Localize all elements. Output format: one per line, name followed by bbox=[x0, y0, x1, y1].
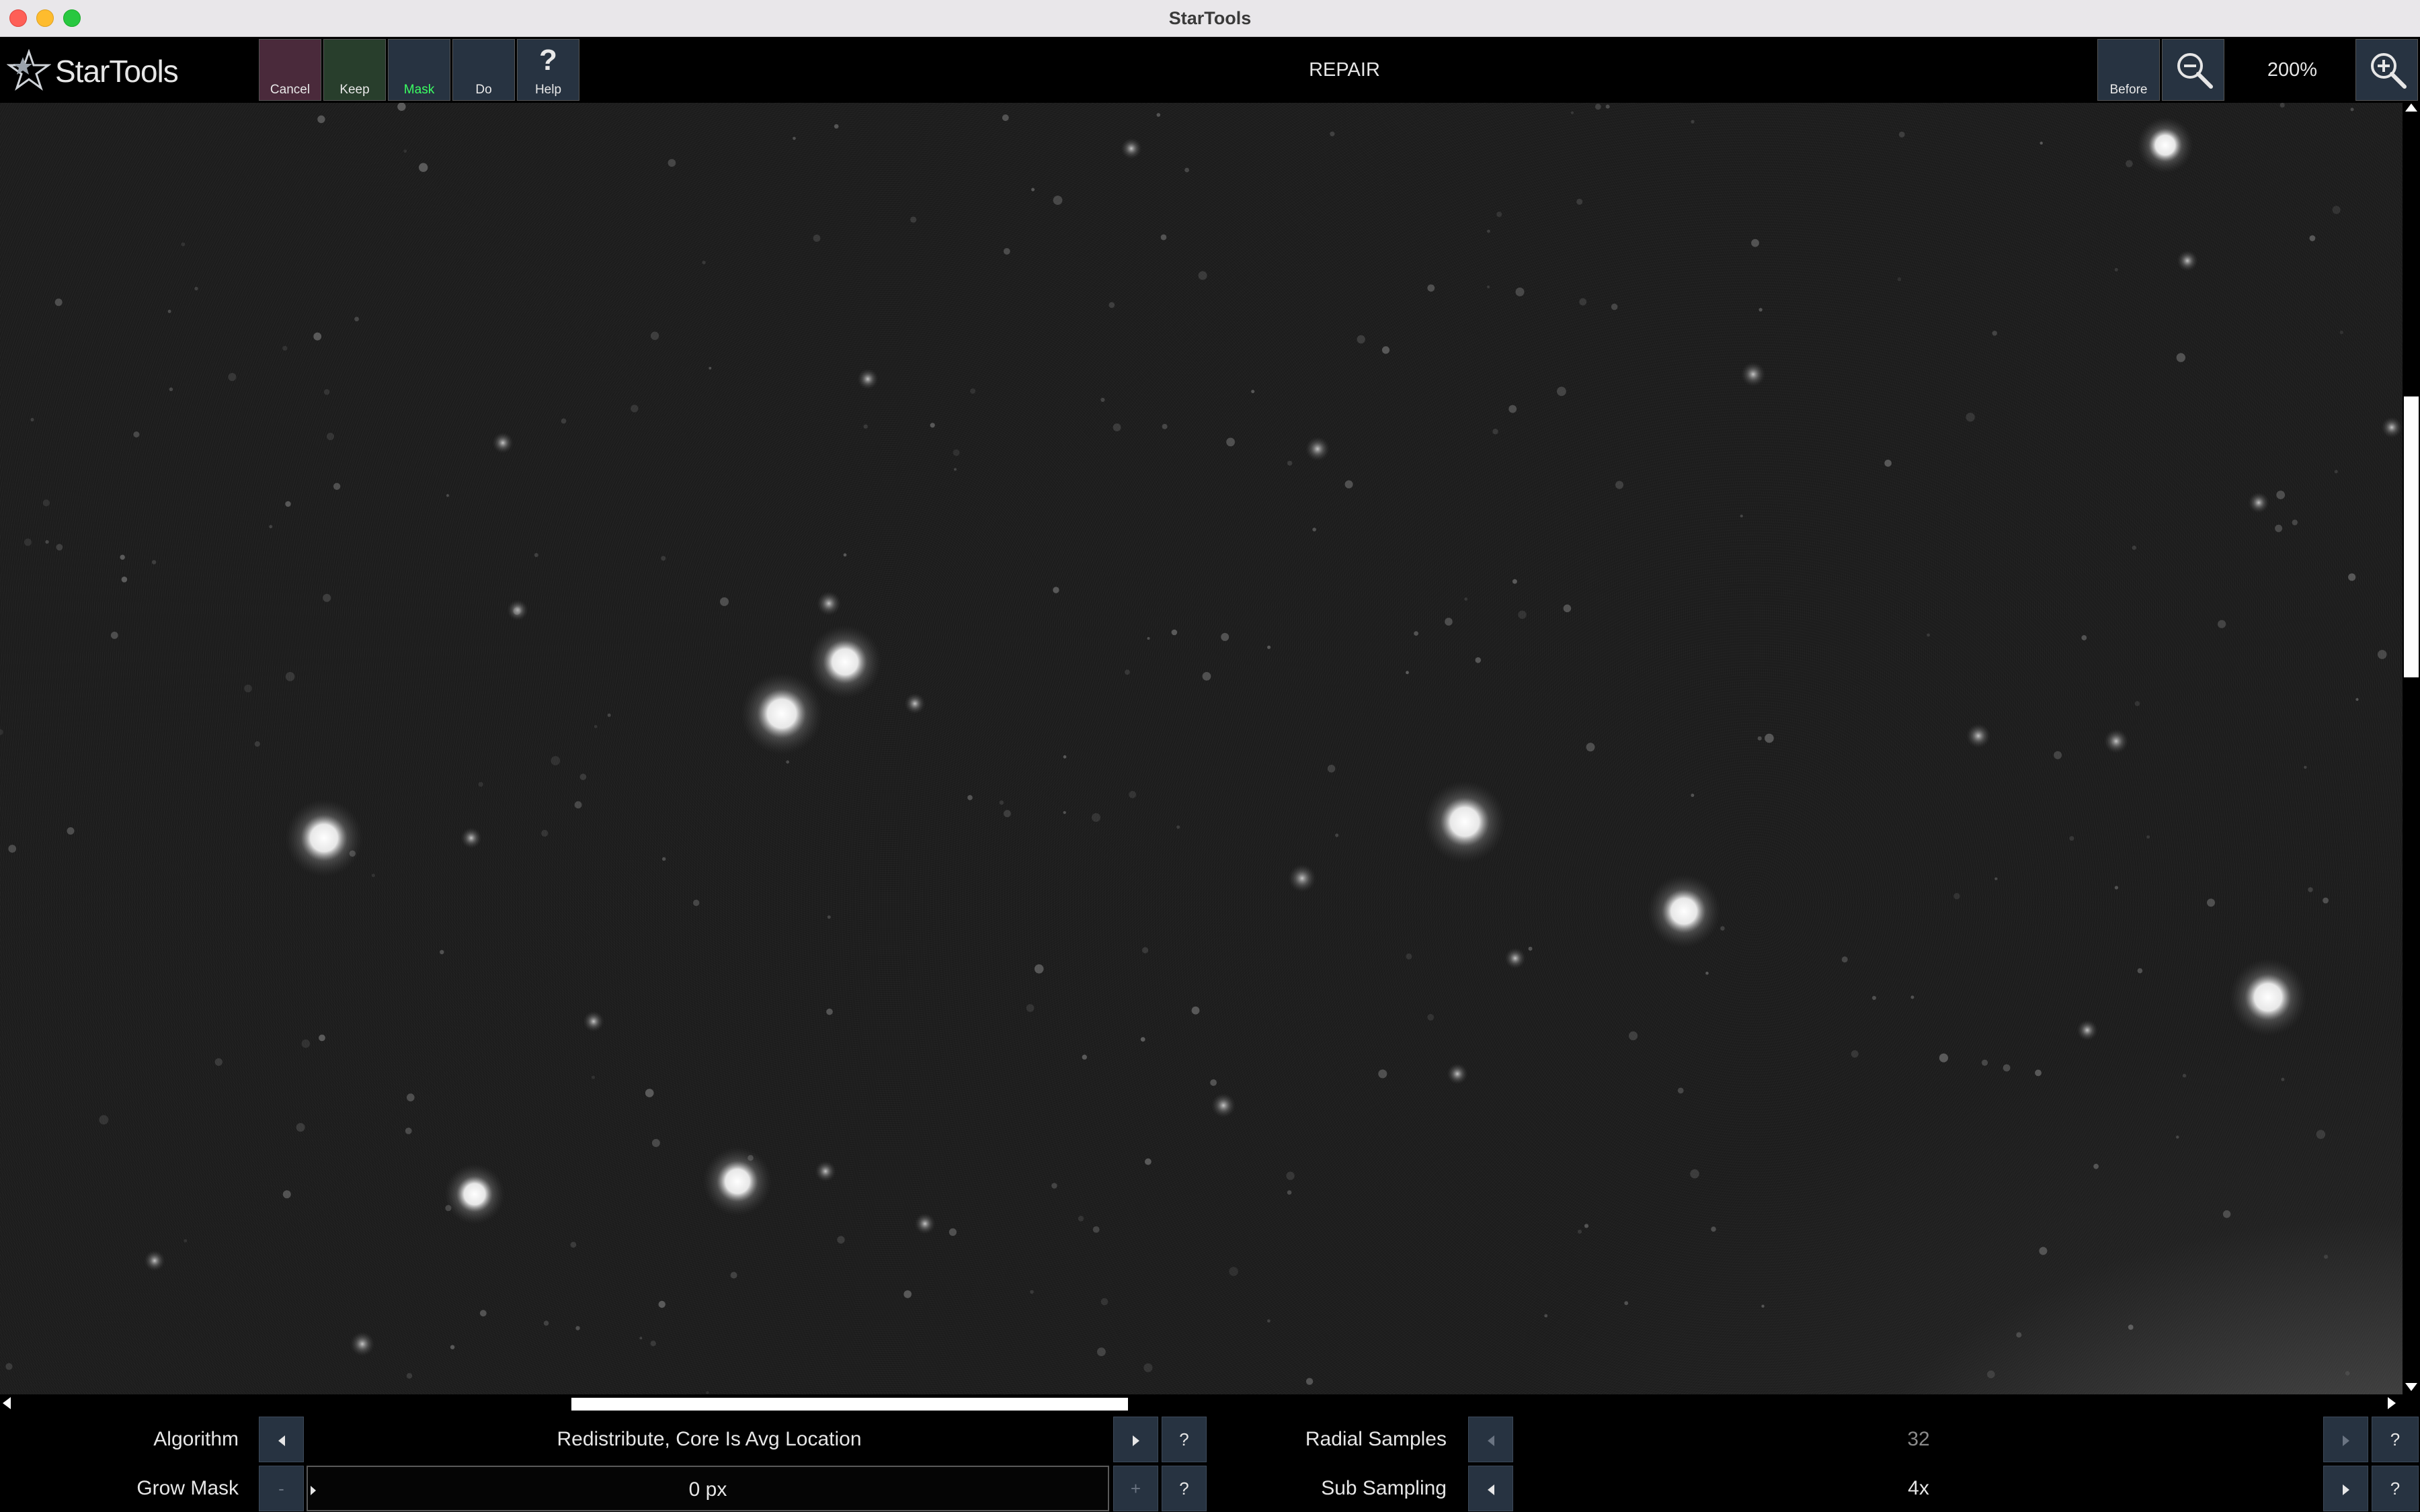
algorithm-prev-button[interactable] bbox=[259, 1417, 304, 1462]
scroll-left-arrow-icon[interactable] bbox=[3, 1397, 11, 1409]
algorithm-value: Redistribute, Core Is Avg Location bbox=[557, 1428, 862, 1450]
startools-logo: StarTools bbox=[7, 48, 179, 95]
before-button[interactable]: Before bbox=[2097, 39, 2160, 101]
module-title: REPAIR bbox=[1309, 59, 1380, 81]
sub-sampling-prev-button[interactable] bbox=[1468, 1466, 1513, 1511]
sub-sampling-help-button[interactable]: ? bbox=[2372, 1466, 2419, 1511]
vertical-scrollbar[interactable] bbox=[2403, 103, 2420, 1394]
grow-mask-value: 0 px bbox=[688, 1478, 727, 1501]
algorithm-next-button[interactable] bbox=[1113, 1417, 1158, 1462]
scroll-right-arrow-icon[interactable] bbox=[2388, 1397, 2396, 1409]
before-button-label: Before bbox=[2109, 83, 2148, 97]
cancel-button[interactable]: Cancel bbox=[259, 39, 321, 101]
help-icon: ? bbox=[539, 44, 557, 77]
horizontal-scroll-thumb[interactable] bbox=[571, 1398, 1128, 1411]
mask-button-label: Mask bbox=[403, 83, 435, 97]
chevron-right-icon bbox=[2342, 1484, 2349, 1496]
vertical-scroll-thumb[interactable] bbox=[2404, 396, 2419, 677]
top-toolbar: StarTools Cancel Keep Mask Do ? Help REP… bbox=[0, 37, 2420, 103]
radial-samples-value: 32 bbox=[1907, 1428, 1930, 1450]
radial-samples-prev-button[interactable] bbox=[1468, 1417, 1513, 1462]
sub-sampling-next-button[interactable] bbox=[2323, 1466, 2368, 1511]
algorithm-help-button[interactable]: ? bbox=[1162, 1417, 1207, 1462]
chevron-right-icon bbox=[1132, 1435, 1139, 1447]
grow-mask-increment-button[interactable]: + bbox=[1113, 1466, 1158, 1511]
image-viewport[interactable] bbox=[0, 103, 2403, 1394]
radial-samples-next-button[interactable] bbox=[2323, 1417, 2368, 1462]
zoom-in-button[interactable] bbox=[2355, 39, 2418, 101]
zoom-in-icon bbox=[2371, 53, 2407, 89]
keep-button-label: Keep bbox=[339, 83, 370, 97]
help-button-label: Help bbox=[534, 83, 562, 97]
scroll-up-arrow-icon[interactable] bbox=[2405, 103, 2417, 112]
window-titlebar: StarTools bbox=[0, 0, 2420, 37]
window-title: StarTools bbox=[1168, 8, 1252, 28]
chevron-left-icon bbox=[1487, 1435, 1494, 1447]
star-field-image bbox=[0, 103, 2403, 1394]
grow-mask-help-button[interactable]: ? bbox=[1162, 1466, 1207, 1511]
zoom-out-button[interactable] bbox=[2162, 39, 2224, 101]
sub-sampling-value: 4x bbox=[1908, 1477, 1929, 1499]
horizontal-scrollbar[interactable] bbox=[0, 1394, 2420, 1412]
sub-sampling-label: Sub Sampling bbox=[1321, 1477, 1447, 1499]
grow-mask-slider[interactable]: 0 px bbox=[307, 1466, 1109, 1511]
radial-samples-label: Radial Samples bbox=[1305, 1428, 1447, 1450]
algorithm-label: Algorithm bbox=[153, 1428, 239, 1450]
radial-samples-help-button[interactable]: ? bbox=[2372, 1417, 2419, 1462]
do-button-label: Do bbox=[475, 83, 492, 97]
zoom-level: 200% bbox=[2267, 59, 2318, 81]
grow-mask-label: Grow Mask bbox=[136, 1477, 239, 1499]
do-button[interactable]: Do bbox=[452, 39, 515, 101]
grow-mask-decrement-button[interactable]: - bbox=[259, 1466, 304, 1511]
cancel-button-label: Cancel bbox=[270, 83, 311, 97]
logo-text: StarTools bbox=[55, 54, 179, 89]
mask-button[interactable]: Mask bbox=[388, 39, 450, 101]
chevron-left-icon bbox=[1487, 1484, 1494, 1496]
keep-button[interactable]: Keep bbox=[323, 39, 386, 101]
star-logo-icon bbox=[7, 49, 51, 91]
slider-handle-icon[interactable] bbox=[311, 1486, 316, 1495]
scroll-down-arrow-icon[interactable] bbox=[2405, 1383, 2417, 1391]
help-button[interactable]: ? Help bbox=[517, 39, 579, 101]
chevron-left-icon bbox=[278, 1435, 285, 1447]
chevron-right-icon bbox=[2342, 1435, 2349, 1447]
zoom-out-icon bbox=[2177, 53, 2213, 89]
